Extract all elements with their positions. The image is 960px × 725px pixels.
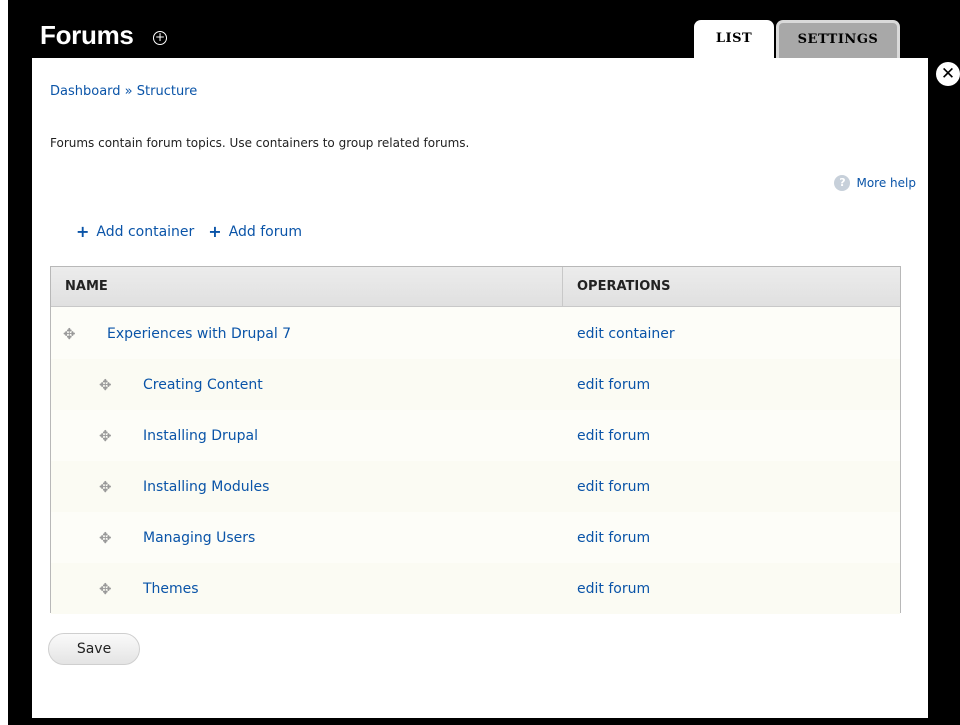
edit-forum-link[interactable]: edit forum	[577, 377, 650, 393]
drag-handle-icon[interactable]: ✥	[99, 529, 112, 547]
table-row: ✥ Creating Content edit forum	[51, 359, 900, 410]
more-help-link[interactable]: ? More help	[834, 175, 916, 191]
save-button[interactable]: Save	[48, 633, 140, 665]
add-container-label: Add container	[96, 223, 195, 240]
table-row: ✥ Experiences with Drupal 7 edit contain…	[51, 308, 900, 359]
close-circle-icon[interactable]: ✕	[936, 62, 960, 86]
edit-forum-link[interactable]: edit forum	[577, 479, 650, 495]
breadcrumb-separator: »	[124, 84, 137, 99]
table-row: ✥ Themes edit forum	[51, 563, 900, 614]
drag-handle-icon[interactable]: ✥	[99, 580, 112, 598]
forum-name-link[interactable]: Installing Modules	[143, 479, 269, 495]
action-links: + Add container + Add forum	[76, 222, 302, 241]
breadcrumb-dashboard[interactable]: Dashboard	[50, 84, 121, 99]
table-header: NAME OPERATIONS	[51, 267, 900, 307]
breadcrumb: Dashboard » Structure	[50, 84, 197, 99]
add-forum-link[interactable]: + Add forum	[208, 222, 302, 241]
forum-name-link[interactable]: Managing Users	[143, 530, 255, 546]
column-header-operations: OPERATIONS	[577, 279, 671, 294]
drag-handle-icon[interactable]: ✥	[99, 478, 112, 496]
edit-forum-link[interactable]: edit forum	[577, 428, 650, 444]
forum-name-link[interactable]: Experiences with Drupal 7	[107, 326, 291, 342]
intro-text: Forums contain forum topics. Use contain…	[50, 136, 470, 150]
column-header-name[interactable]: NAME	[51, 267, 563, 306]
overlay-frame: Forums + LIST SETTINGS Dashboard » Struc…	[8, 0, 960, 725]
edit-forum-link[interactable]: edit forum	[577, 581, 650, 597]
plus-circle-icon[interactable]: +	[153, 31, 167, 45]
page-title: Forums	[40, 20, 134, 50]
forum-name-link[interactable]: Creating Content	[143, 377, 263, 393]
help-icon: ?	[834, 175, 851, 191]
forum-name-link[interactable]: Installing Drupal	[143, 428, 258, 444]
add-forum-label: Add forum	[228, 223, 303, 240]
drag-handle-icon[interactable]: ✥	[99, 376, 112, 394]
tab-list[interactable]: LIST	[694, 20, 774, 58]
plus-icon: +	[208, 222, 222, 241]
forums-table: NAME OPERATIONS ✥ Experiences with Drupa…	[50, 266, 901, 614]
breadcrumb-structure[interactable]: Structure	[137, 84, 197, 99]
add-container-link[interactable]: + Add container	[76, 222, 194, 241]
drag-handle-icon[interactable]: ✥	[99, 427, 112, 445]
edit-forum-link[interactable]: edit forum	[577, 530, 650, 546]
table-row: ✥ Installing Modules edit forum	[51, 461, 900, 512]
edit-container-link[interactable]: edit container	[577, 326, 675, 342]
forum-name-link[interactable]: Themes	[143, 581, 199, 597]
plus-icon: +	[76, 222, 90, 241]
tab-settings[interactable]: SETTINGS	[776, 20, 900, 58]
drag-handle-icon[interactable]: ✥	[63, 325, 76, 343]
table-row: ✥ Installing Drupal edit forum	[51, 410, 900, 461]
more-help-label: More help	[856, 176, 916, 190]
content-panel: Dashboard » Structure Forums contain for…	[32, 58, 928, 718]
table-row: ✥ Managing Users edit forum	[51, 512, 900, 563]
